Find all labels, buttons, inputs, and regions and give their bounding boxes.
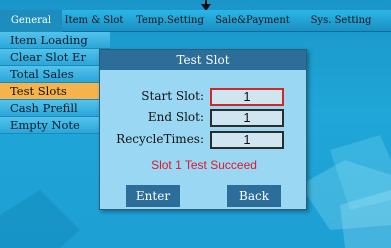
back-button[interactable]: Back (227, 185, 281, 207)
tab-temp-setting[interactable]: Temp.Setting (126, 10, 214, 32)
start-slot-label: Start Slot: (141, 89, 204, 103)
sidebar-item-item-loading[interactable]: Item Loading (0, 32, 110, 49)
end-slot-input[interactable]: 1 (210, 109, 284, 127)
test-slot-dialog: Test Slot Start Slot: 1 End Slot: 1 Recy… (99, 49, 307, 210)
sidebar-item-empty-note[interactable]: Empty Note (0, 117, 110, 134)
start-slot-input[interactable]: 1 (210, 88, 284, 106)
top-tab-bar: General Item & Slot Temp.Setting Sale&Pa… (0, 9, 391, 32)
sidebar-menu: Item Loading Clear Slot Er Total Sales T… (0, 32, 110, 134)
sidebar-item-test-slots[interactable]: Test Slots (0, 83, 110, 100)
recycle-times-row: RecycleTimes: 1 (100, 131, 308, 149)
tab-general[interactable]: General (0, 9, 62, 32)
dialog-title: Test Slot (100, 50, 306, 70)
tab-item-slot[interactable]: Item & Slot (62, 10, 126, 32)
start-slot-row: Start Slot: 1 (100, 88, 308, 106)
recycle-times-label: RecycleTimes: (116, 132, 204, 146)
tab-sale-payment[interactable]: Sale&Payment (214, 10, 291, 32)
sidebar-item-total-sales[interactable]: Total Sales (0, 66, 110, 83)
tab-sys-setting[interactable]: Sys. Setting (291, 10, 391, 32)
recycle-times-input[interactable]: 1 (210, 131, 284, 149)
enter-button[interactable]: Enter (126, 185, 180, 207)
test-status-message: Slot 1 Test Succeed (151, 158, 257, 172)
sidebar-item-clear-slot-error[interactable]: Clear Slot Er (0, 49, 110, 66)
end-slot-row: End Slot: 1 (100, 109, 308, 127)
end-slot-label: End Slot: (147, 110, 204, 124)
sidebar-item-cash-prefill[interactable]: Cash Prefill (0, 100, 110, 117)
